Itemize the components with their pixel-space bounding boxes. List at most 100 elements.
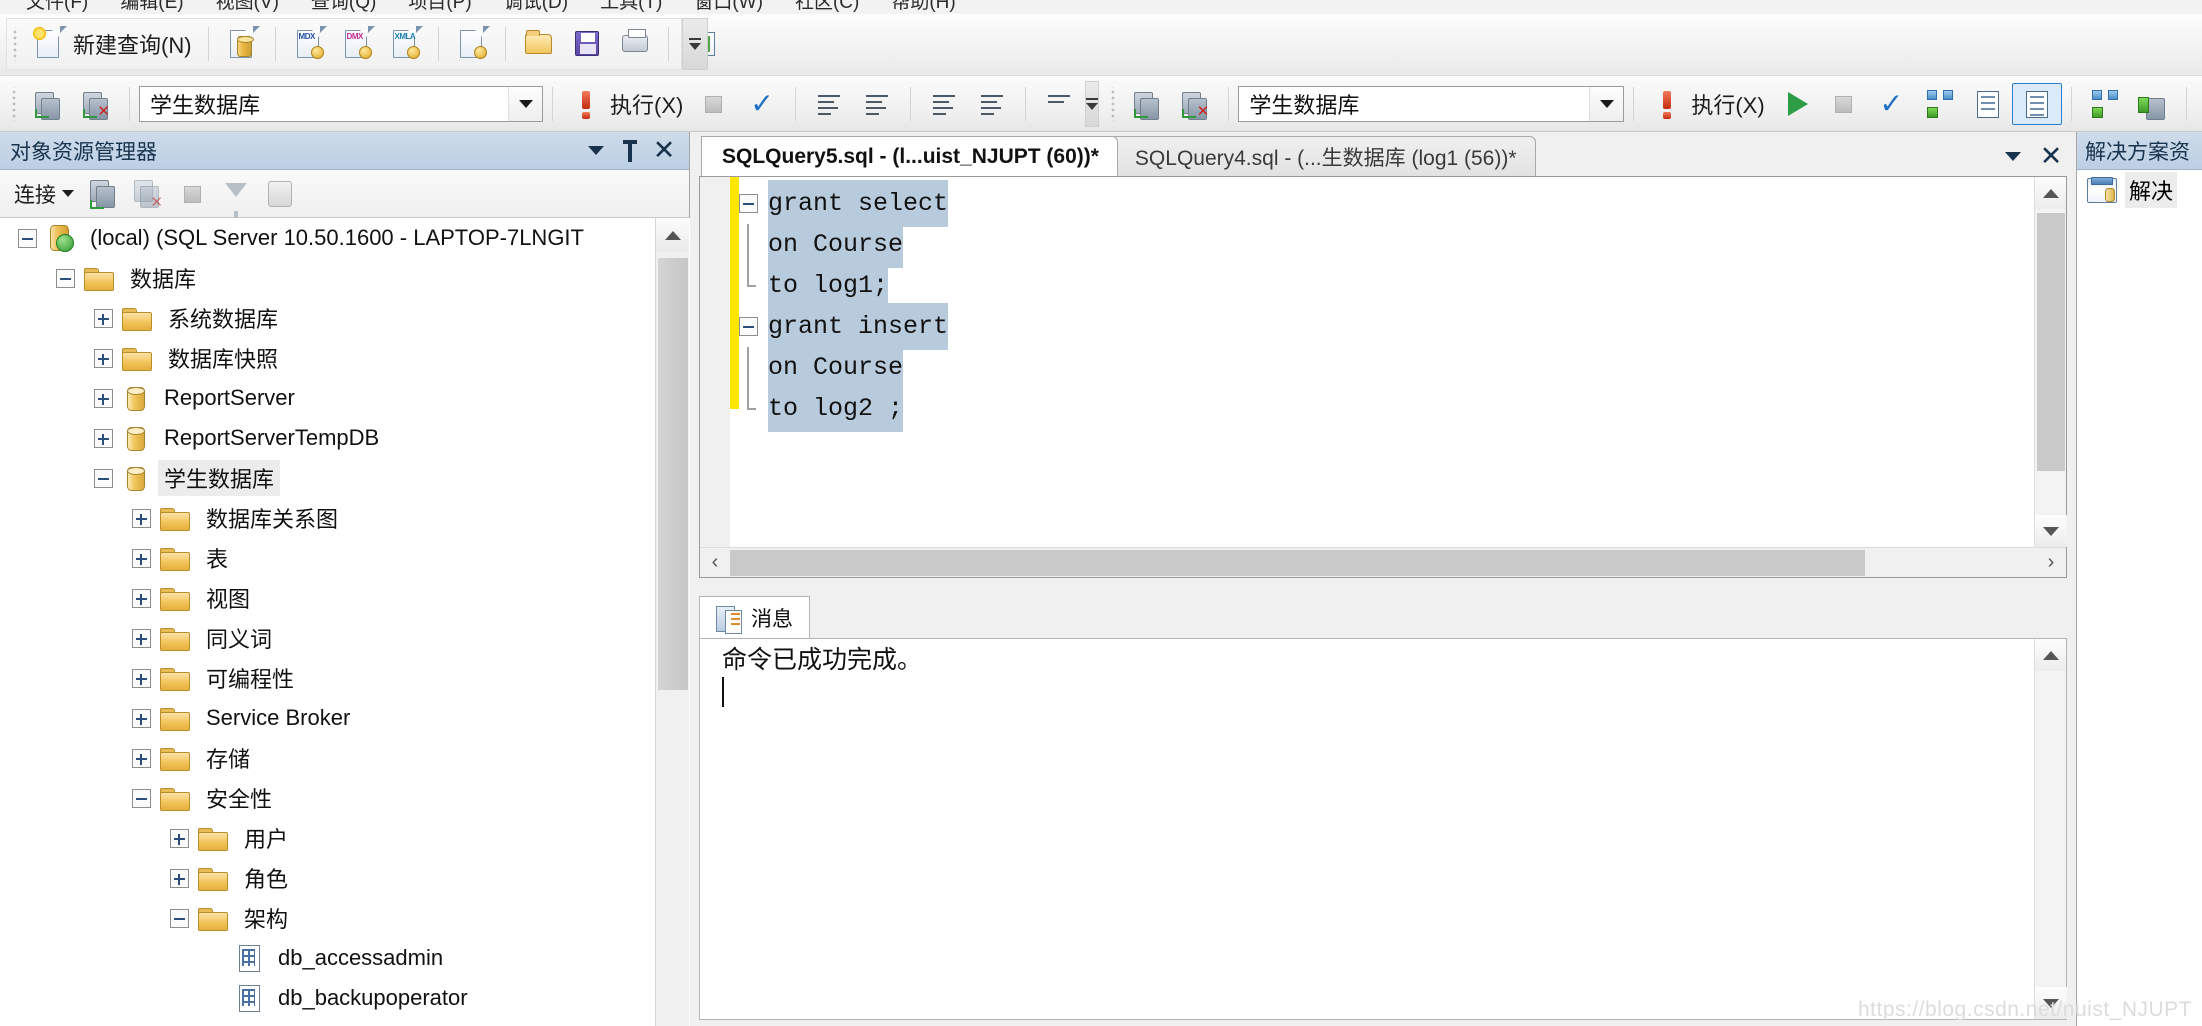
tree-item[interactable]: Service Broker xyxy=(0,698,690,738)
scroll-down-icon[interactable] xyxy=(2035,987,2067,1019)
save-button[interactable] xyxy=(563,22,611,66)
tree-item[interactable]: ReportServerTempDB xyxy=(0,418,690,458)
tab-messages[interactable]: 消息 xyxy=(699,596,810,638)
disconnect-button[interactable]: ✕ xyxy=(72,82,120,126)
menu-item-tools[interactable]: 工具(T) xyxy=(584,0,678,14)
scroll-left-icon[interactable]: ‹ xyxy=(700,551,730,574)
toolbar-grip[interactable] xyxy=(11,27,21,61)
collapse-region-icon[interactable] xyxy=(739,194,758,213)
database-selector[interactable]: 学生数据库 xyxy=(139,85,543,122)
scroll-up-icon[interactable] xyxy=(656,218,689,252)
tab-sqlquery4[interactable]: SQLQuery4.sql - (...生数据库 (log1 (56))* xyxy=(1113,136,1536,176)
parse-button-2[interactable]: ✓ xyxy=(1868,82,1916,126)
scroll-right-icon[interactable]: › xyxy=(2036,551,2066,574)
tree-item[interactable]: 数据库快照 xyxy=(0,338,690,378)
debug-button[interactable] xyxy=(1772,82,1820,126)
uncomment-button[interactable] xyxy=(853,82,901,126)
editor-vertical-scrollbar[interactable] xyxy=(2034,177,2067,547)
tree-item[interactable]: 视图 xyxy=(0,578,690,618)
collapse-icon[interactable] xyxy=(132,788,151,808)
toolbar-overflow-button[interactable] xyxy=(1085,80,1100,127)
results-to-text-button[interactable] xyxy=(2011,82,2062,125)
messages-body[interactable]: 命令已成功完成。 xyxy=(699,638,2067,1020)
code-line[interactable]: grant select xyxy=(739,180,2026,227)
expand-icon[interactable] xyxy=(132,708,151,728)
comment-button[interactable] xyxy=(805,82,853,126)
sql-code-text[interactable]: grant select on Course to log1; grant inser… xyxy=(739,180,2026,432)
menu-item-project[interactable]: 项目(P) xyxy=(392,0,487,14)
code-line[interactable]: grant insert xyxy=(739,303,2026,350)
expand-icon[interactable] xyxy=(132,588,151,608)
decrease-indent-button[interactable] xyxy=(968,82,1016,126)
tree-item[interactable]: db_backupoperator xyxy=(0,978,690,1018)
tree-item[interactable]: 安全性 xyxy=(0,778,690,818)
toolbar-overflow-button[interactable] xyxy=(682,18,708,70)
code-line[interactable]: on Course xyxy=(739,344,2026,391)
tab-sqlquery5[interactable]: SQLQuery5.sql - (l...uist_NJUPT (60))* xyxy=(701,136,1118,176)
new-analysis-services-xmla-query-button[interactable]: XMLA xyxy=(381,22,429,66)
pin-icon[interactable] xyxy=(613,136,647,166)
tree-item[interactable]: 同义词 xyxy=(0,618,690,658)
tree-item[interactable]: 架构 xyxy=(0,898,690,938)
tree-item[interactable]: db_accessadmin xyxy=(0,938,690,978)
find-replace-button[interactable] xyxy=(1035,82,1083,126)
menu-item-file[interactable]: 文件(F) xyxy=(10,0,104,14)
parse-button[interactable]: ✓ xyxy=(738,82,786,126)
messages-vertical-scrollbar[interactable] xyxy=(2034,639,2067,1019)
vertical-splitter[interactable] xyxy=(2068,132,2076,1026)
expand-icon[interactable] xyxy=(170,868,189,888)
menu-item-edit[interactable]: 编辑(E) xyxy=(104,0,199,14)
toolbar-grip[interactable] xyxy=(10,86,20,121)
new-analysis-services-mdx-query-button[interactable]: MDX xyxy=(285,22,333,66)
tree-item[interactable]: 表 xyxy=(0,538,690,578)
tree-item[interactable]: 用户 xyxy=(0,818,690,858)
sql-editor[interactable]: grant select on Course to log1; grant inser… xyxy=(699,176,2067,578)
execute-button-2[interactable]: 执行(X) xyxy=(1643,82,1771,126)
new-database-engine-query-button[interactable] xyxy=(218,22,266,66)
editor-horizontal-scrollbar[interactable]: ‹ › xyxy=(700,547,2066,577)
filter-icon[interactable] xyxy=(216,174,256,219)
tree-item[interactable]: 可编程性 xyxy=(0,658,690,698)
disconnect-icon[interactable]: ✕ xyxy=(128,174,168,214)
menu-item-query[interactable]: 查询(Q) xyxy=(295,0,392,14)
chevron-down-icon[interactable] xyxy=(579,136,613,166)
tree-item[interactable]: 数据库 xyxy=(0,258,690,298)
code-line[interactable]: on Course xyxy=(739,221,2026,268)
object-explorer-vertical-scrollbar[interactable] xyxy=(655,218,689,1026)
menu-item-help[interactable]: 帮助(H) xyxy=(875,0,971,14)
connect-dropdown-button[interactable]: 连接 xyxy=(14,179,80,209)
menu-item-community[interactable]: 社区(C) xyxy=(779,0,875,14)
menu-item-window[interactable]: 窗口(W) xyxy=(678,0,779,14)
code-line[interactable]: to log2 ; xyxy=(739,385,2026,432)
expand-icon[interactable] xyxy=(132,668,151,688)
open-file-button[interactable] xyxy=(515,22,563,66)
tree-item[interactable]: 角色 xyxy=(0,858,690,898)
tree-item[interactable]: 系统数据库 xyxy=(0,298,690,338)
connect-button-2[interactable] xyxy=(1123,82,1171,126)
code-line[interactable]: to log1; xyxy=(739,262,2026,309)
results-to-text-button-2[interactable] xyxy=(2196,82,2202,126)
increase-indent-button[interactable] xyxy=(920,82,968,126)
print-button[interactable] xyxy=(611,22,659,66)
solution-list-item[interactable]: 解决 xyxy=(2077,170,2202,210)
expand-icon[interactable] xyxy=(132,548,151,568)
expand-icon[interactable] xyxy=(94,348,113,368)
scroll-down-icon[interactable] xyxy=(2035,515,2067,547)
chevron-down-icon[interactable] xyxy=(508,86,542,121)
include-actual-execution-plan-button[interactable] xyxy=(2081,82,2129,126)
collapse-icon[interactable] xyxy=(18,228,37,248)
expand-icon[interactable] xyxy=(170,828,189,848)
scrollbar-thumb[interactable] xyxy=(730,549,1865,576)
expand-icon[interactable] xyxy=(132,748,151,768)
tree-item[interactable]: 数据库关系图 xyxy=(0,498,690,538)
tree-item[interactable]: 学生数据库 xyxy=(0,458,690,498)
collapse-icon[interactable] xyxy=(170,908,189,928)
menu-item-debug[interactable]: 调试(D) xyxy=(488,0,584,14)
expand-icon[interactable] xyxy=(94,428,113,448)
chevron-down-icon[interactable] xyxy=(1589,86,1624,121)
chevron-down-icon[interactable] xyxy=(1996,141,2030,171)
query-options-button[interactable] xyxy=(1964,82,2012,126)
scrollbar-thumb[interactable] xyxy=(2037,213,2065,471)
collapse-region-icon[interactable] xyxy=(739,317,758,336)
new-query-button[interactable]: 新建查询(N) xyxy=(25,22,199,66)
